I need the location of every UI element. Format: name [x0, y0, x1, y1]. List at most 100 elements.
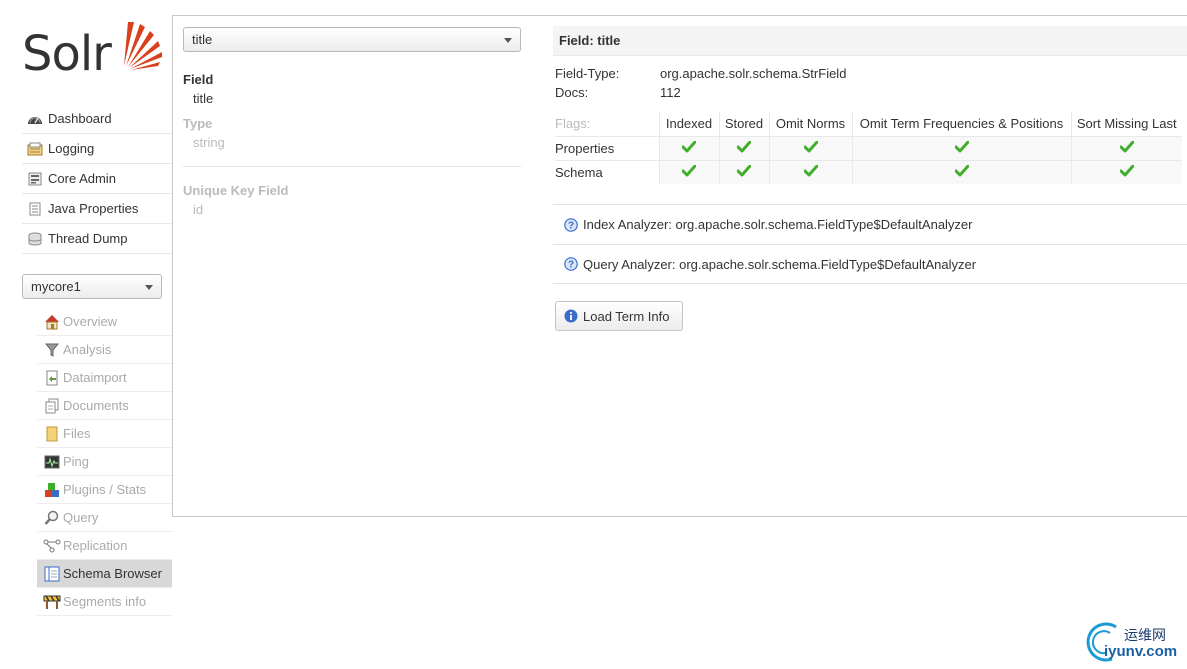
- logging-icon: [26, 142, 44, 156]
- chevron-down-icon: [145, 285, 153, 290]
- core-menu-item-label: Schema Browser: [63, 566, 162, 581]
- flag-cell: [1070, 135, 1182, 160]
- solr-logo[interactable]: Solr: [22, 14, 162, 84]
- check-icon: [954, 140, 969, 156]
- watermark: 运维网 iyunv.com: [1082, 621, 1182, 663]
- field-heading: Field: [183, 72, 214, 87]
- core-menu-item-segments-info[interactable]: Segments info: [37, 588, 172, 616]
- core-menu-item-label: Dataimport: [63, 370, 127, 385]
- flags-row-label: Properties: [555, 135, 659, 160]
- check-icon: [681, 140, 697, 156]
- core-menu-item-plugins-stats[interactable]: Plugins / Stats: [37, 476, 172, 504]
- query-analyzer[interactable]: ? Query Analyzer: org.apache.solr.schema…: [553, 244, 1187, 284]
- question-icon: ?: [564, 257, 578, 271]
- dataimport-icon: [43, 370, 61, 386]
- query-analyzer-label: Query Analyzer: org.apache.solr.schema.F…: [583, 256, 977, 272]
- flag-cell: [768, 159, 852, 184]
- core-menu-item-documents[interactable]: Documents: [37, 392, 172, 420]
- menu-item-label: Core Admin: [48, 171, 116, 186]
- flag-cell: [851, 159, 1071, 184]
- menu-item-java-properties[interactable]: Java Properties: [22, 194, 172, 224]
- flag-cell: [658, 159, 719, 184]
- flag-cell: [658, 135, 719, 160]
- field-detail: Field: title Field-Type: org.apache.solr…: [553, 26, 1187, 331]
- menu-item-core-admin[interactable]: Core Admin: [22, 164, 172, 194]
- docs-value: 112: [660, 85, 681, 100]
- flag-cell: [718, 159, 769, 184]
- menu-item-label: Logging: [48, 141, 95, 156]
- field-type-row: Field-Type: org.apache.solr.schema.StrFi…: [555, 64, 1187, 83]
- field-detail-title: Field: title: [553, 26, 1187, 56]
- core-admin-icon: [26, 172, 44, 186]
- flags-column-header: Stored: [718, 112, 769, 136]
- field-selector-value: title: [192, 32, 213, 47]
- flags-column-header: Omit Norms: [768, 112, 852, 136]
- field-info: Field title Type string Unique Key Field…: [183, 72, 521, 217]
- core-menu-item-analysis[interactable]: Analysis: [37, 336, 172, 364]
- svg-text:?: ?: [568, 260, 574, 271]
- schema-browser-panel: title Field title Type string Unique Key…: [172, 15, 1187, 517]
- core-selector[interactable]: mycore1: [22, 274, 162, 299]
- segments-icon: [43, 594, 61, 610]
- flags-header-row: Flags: Indexed Stored Omit Norms Omit Term …: [555, 112, 1182, 136]
- core-menu-item-schema-browser[interactable]: Schema Browser: [37, 560, 172, 588]
- core-menu-item-dataimport[interactable]: Dataimport: [37, 364, 172, 392]
- type-heading: Type: [183, 116, 213, 131]
- type-value: string: [193, 135, 225, 150]
- thread-dump-icon: [26, 232, 44, 246]
- load-term-info-button[interactable]: Load Term Info: [555, 301, 683, 331]
- menu-item-label: Dashboard: [48, 111, 112, 126]
- divider: [183, 166, 521, 167]
- field-type-value: org.apache.solr.schema.StrField: [660, 66, 847, 81]
- home-icon: [43, 314, 61, 330]
- menu-item-dashboard[interactable]: Dashboard: [22, 104, 172, 134]
- core-menu: Overview Analysis Dataimport Documents Files…: [37, 308, 172, 616]
- core-menu-item-label: Overview: [63, 314, 118, 329]
- core-menu-item-replication[interactable]: Replication: [37, 532, 172, 560]
- field-selector[interactable]: title: [183, 27, 521, 52]
- menu-item-label: Java Properties: [48, 201, 139, 216]
- schema-browser-icon: [43, 566, 61, 582]
- index-analyzer[interactable]: ? Index Analyzer: org.apache.solr.schema…: [553, 204, 1187, 244]
- menu-item-label: Thread Dump: [48, 231, 128, 246]
- load-term-info-label: Load Term Info: [583, 308, 670, 324]
- magnifier-icon: [43, 510, 61, 526]
- documents-icon: [43, 398, 61, 414]
- question-icon: ?: [564, 217, 578, 232]
- flag-cell: [768, 135, 852, 160]
- core-menu-item-query[interactable]: Query: [37, 504, 172, 532]
- java-properties-icon: [26, 202, 44, 216]
- core-menu-item-label: Query: [63, 510, 99, 525]
- menu-item-logging[interactable]: Logging: [22, 134, 172, 164]
- core-menu-item-overview[interactable]: Overview: [37, 308, 172, 336]
- core-menu-item-label: Plugins / Stats: [63, 482, 147, 497]
- core-menu-item-label: Analysis: [63, 342, 112, 357]
- unique-key-heading: Unique Key Field: [183, 183, 289, 198]
- solr-sun-icon: [124, 22, 162, 70]
- core-menu-item-files[interactable]: Files: [37, 420, 172, 448]
- chevron-down-icon: [504, 38, 512, 43]
- info-icon: [564, 309, 578, 323]
- check-icon: [736, 164, 752, 180]
- check-icon: [954, 164, 969, 180]
- core-selector-value: mycore1: [31, 279, 81, 294]
- check-icon: [803, 164, 818, 180]
- flags-column-header: Omit Term Frequencies & Positions: [851, 112, 1071, 136]
- svg-text:?: ?: [568, 220, 574, 231]
- menu-item-thread-dump[interactable]: Thread Dump: [22, 224, 172, 254]
- field-value: title: [193, 91, 214, 106]
- check-icon: [803, 140, 818, 156]
- docs-row: Docs: 112: [555, 83, 1187, 102]
- files-icon: [43, 426, 61, 442]
- watermark-en: iyunv.com: [1104, 643, 1178, 660]
- core-menu-item-label: Ping: [63, 454, 90, 469]
- index-analyzer-label: Index Analyzer: org.apache.solr.schema.F…: [583, 217, 973, 232]
- main-menu: Dashboard Logging Core Admin Java Propertie…: [22, 104, 172, 254]
- core-menu-item-label: Segments info: [63, 594, 147, 609]
- docs-label: Docs:: [555, 85, 589, 100]
- core-menu-item-ping[interactable]: Ping: [37, 448, 172, 476]
- flag-cell: [718, 135, 769, 160]
- replication-icon: [43, 538, 61, 554]
- check-icon: [681, 164, 697, 180]
- flags-row: Schema: [555, 159, 1182, 184]
